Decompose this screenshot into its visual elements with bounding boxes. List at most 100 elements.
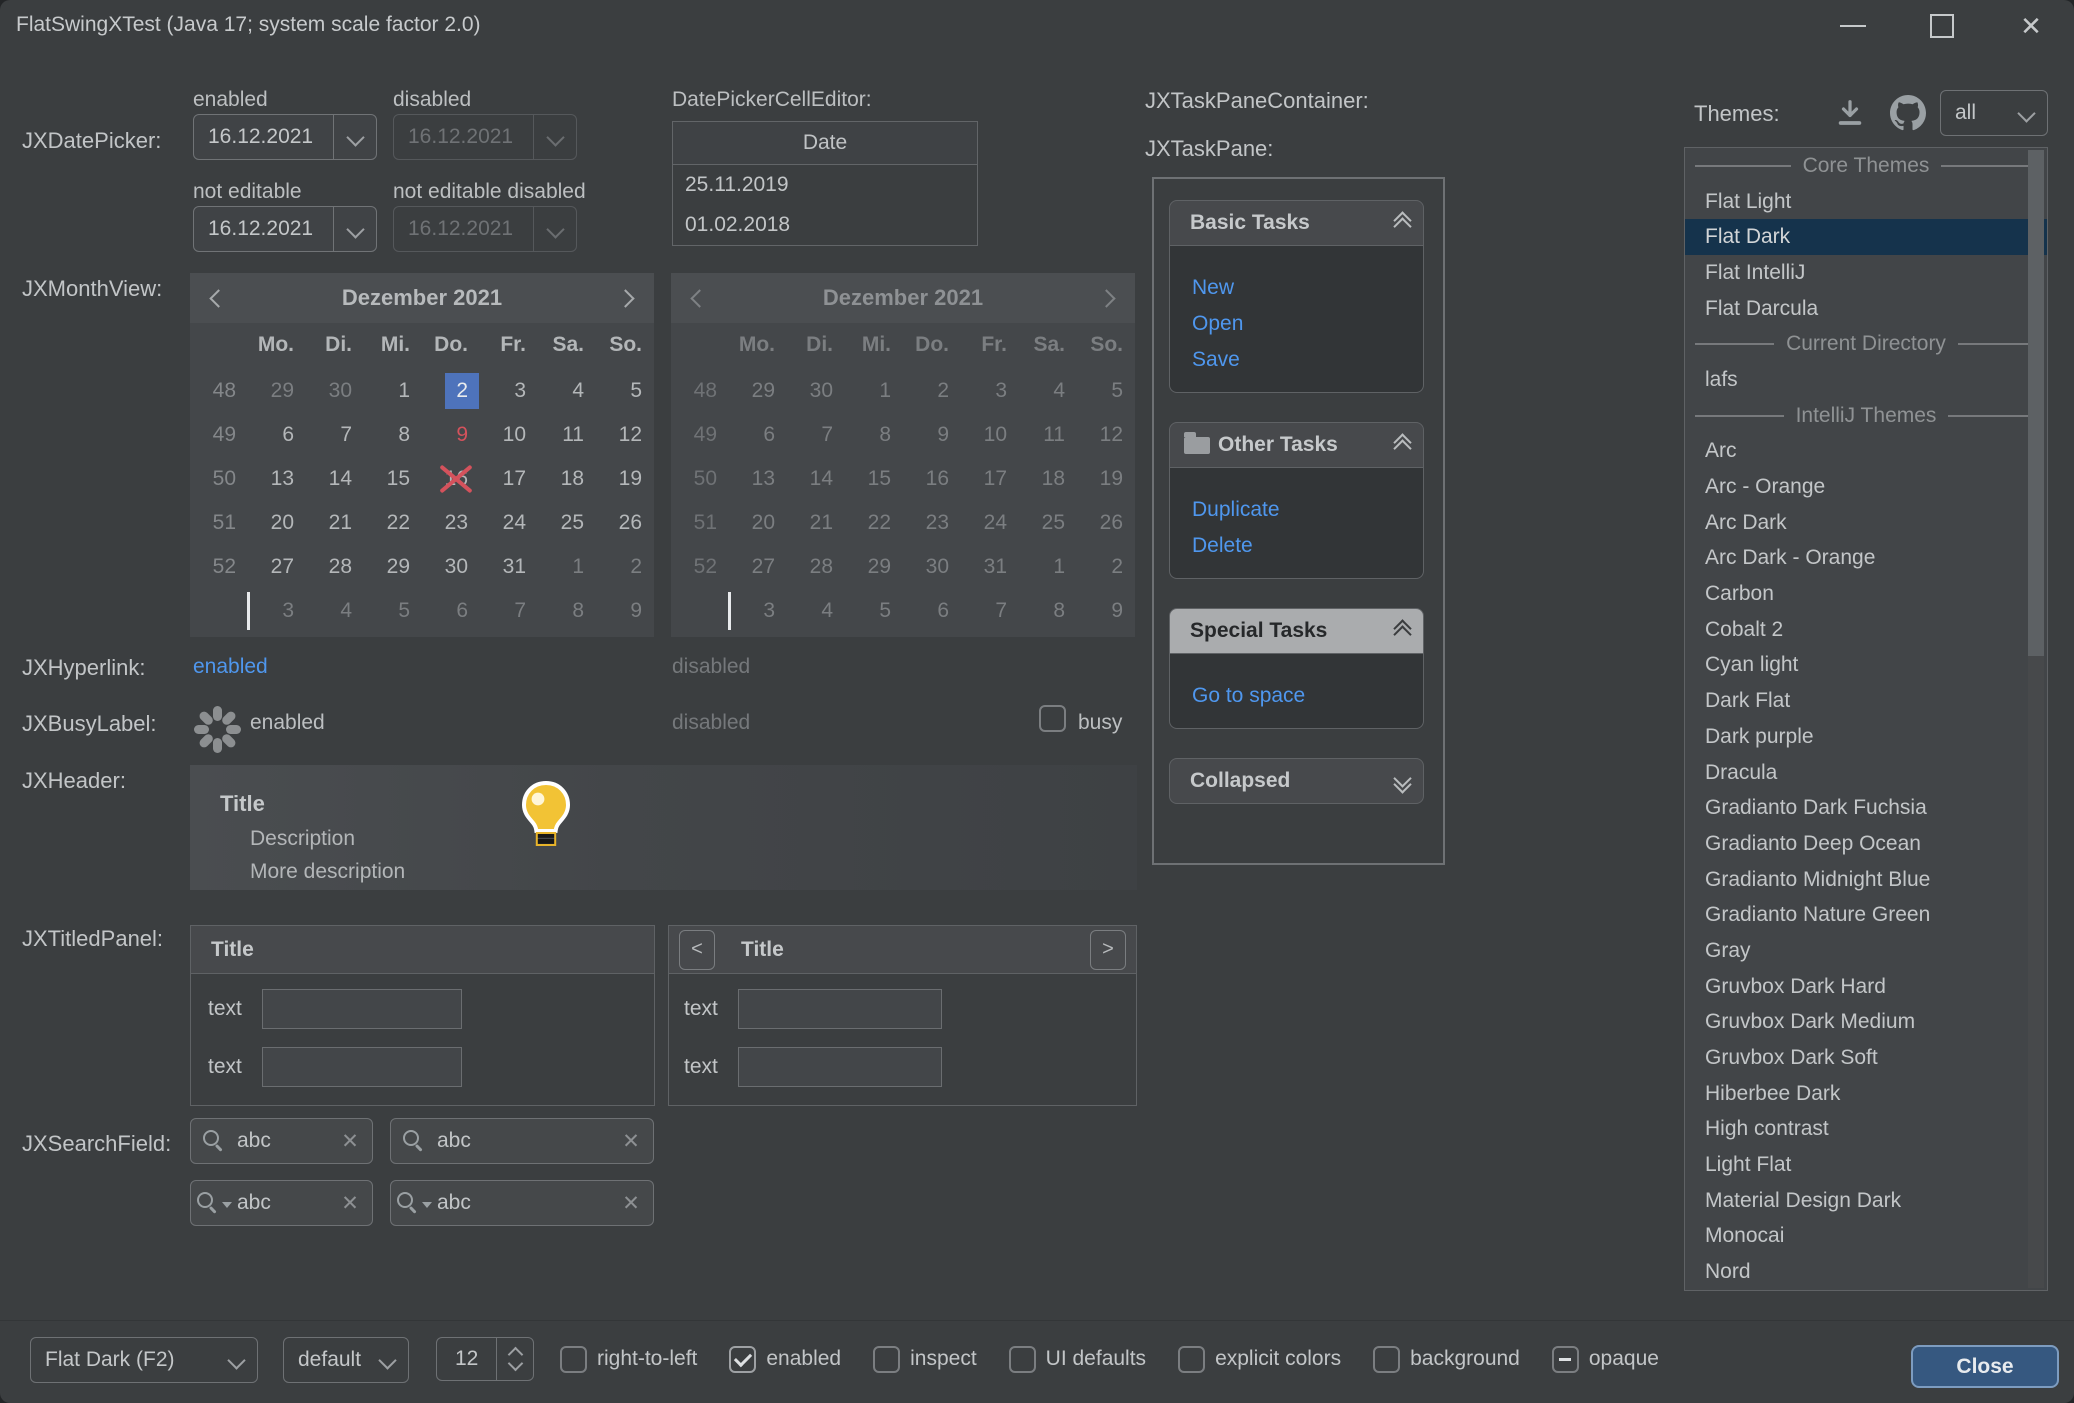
calendar-day[interactable]: 4 [536, 369, 594, 413]
calendar-day[interactable]: 1 [536, 545, 594, 589]
theme-list-item[interactable]: Flat Dark [1685, 219, 2047, 255]
theme-list-item[interactable]: Hiberbee Dark [1685, 1076, 2047, 1112]
style-combo[interactable]: default [283, 1337, 409, 1383]
theme-list-item[interactable]: Gray [1685, 933, 2047, 969]
taskpane-action-delete[interactable]: Delete [1192, 528, 1423, 564]
busy-checkbox[interactable] [1039, 705, 1066, 732]
calendar-day[interactable]: 8 [362, 413, 420, 457]
clear-icon[interactable]: ✕ [609, 1191, 653, 1216]
theme-list-item[interactable]: Dark Flat [1685, 683, 2047, 719]
theme-list-item[interactable]: Arc Dark - Orange [1685, 541, 2047, 577]
datepicker-enabled[interactable]: 16.12.2021 [193, 114, 377, 160]
theme-list-item[interactable]: Arc - Orange [1685, 469, 2047, 505]
calendar-day[interactable]: 30 [420, 545, 478, 589]
spinner-buttons[interactable] [496, 1338, 533, 1380]
calendar-day[interactable]: 6 [246, 413, 304, 457]
calendar-day[interactable]: 7 [478, 589, 536, 633]
calendar-day[interactable]: 16 [420, 457, 478, 501]
search-field[interactable]: abc ✕ [390, 1118, 654, 1164]
theme-list-item[interactable]: High contrast [1685, 1112, 2047, 1148]
collapse-icon[interactable] [1396, 622, 1409, 641]
theme-list-item[interactable]: Arc [1685, 434, 2047, 470]
theme-list-item[interactable]: Gruvbox Dark Medium [1685, 1005, 2047, 1041]
theme-list-item[interactable]: Nord [1685, 1254, 2047, 1290]
chevron-down-icon[interactable] [333, 115, 376, 159]
checkbox-opaque[interactable] [1552, 1346, 1579, 1373]
table-column-header[interactable]: Date [673, 122, 977, 165]
calendar-day[interactable]: 15 [362, 457, 420, 501]
monthview-calendar-enabled[interactable]: Dezember 2021Mo.Di.Mi.Do.Fr.Sa.So.482930… [190, 273, 654, 637]
calendar-day[interactable]: 25 [536, 501, 594, 545]
theme-list-item[interactable]: Light Flat [1685, 1147, 2047, 1183]
calendar-day[interactable]: 26 [594, 501, 652, 545]
search-menu-icon[interactable] [391, 1192, 437, 1214]
theme-list-item[interactable]: Gruvbox Dark Hard [1685, 969, 2047, 1005]
calendar-day[interactable]: 29 [246, 369, 304, 413]
calendar-day[interactable]: 30 [304, 369, 362, 413]
maximize-button[interactable] [1911, 0, 1973, 52]
font-size-value[interactable]: 12 [437, 1338, 496, 1380]
themes-filter-combo[interactable]: all [1940, 90, 2048, 136]
theme-list-item[interactable]: Flat Light [1685, 184, 2047, 220]
calendar-day[interactable]: 5 [594, 369, 652, 413]
text-input[interactable] [262, 1047, 462, 1087]
taskpane-header[interactable]: Basic Tasks [1169, 200, 1424, 246]
theme-list-item[interactable]: Dark purple [1685, 719, 2047, 755]
close-button[interactable]: Close [1911, 1345, 2059, 1388]
checkbox-right-to-left[interactable] [560, 1346, 587, 1373]
chevron-right-icon[interactable] [616, 289, 634, 307]
clear-icon[interactable]: ✕ [609, 1129, 653, 1154]
calendar-day[interactable]: 21 [304, 501, 362, 545]
search-input[interactable]: abc [237, 1129, 328, 1153]
titledpanel-next-button[interactable]: > [1090, 930, 1126, 970]
minimize-button[interactable] [1822, 0, 1884, 52]
calendar-day[interactable]: 13 [246, 457, 304, 501]
calendar-day[interactable]: 22 [362, 501, 420, 545]
taskpane-header[interactable]: Collapsed [1169, 758, 1424, 804]
calendar-day[interactable]: 24 [478, 501, 536, 545]
theme-list-item[interactable]: Gradianto Midnight Blue [1685, 862, 2047, 898]
themes-list[interactable]: Core ThemesFlat LightFlat DarkFlat Intel… [1684, 147, 2048, 1291]
calendar-day[interactable]: 8 [536, 589, 594, 633]
calendar-day[interactable]: 5 [362, 589, 420, 633]
calendar-day[interactable]: 28 [304, 545, 362, 589]
calendar-day[interactable]: 29 [362, 545, 420, 589]
datepicker-not-editable[interactable]: 16.12.2021 [193, 206, 377, 252]
search-menu-icon[interactable] [191, 1192, 237, 1214]
text-input[interactable] [738, 1047, 942, 1087]
datepicker-value[interactable]: 16.12.2021 [194, 125, 333, 149]
calendar-day[interactable]: 14 [304, 457, 362, 501]
scrollbar-track[interactable] [2028, 150, 2044, 1288]
taskpane-header[interactable]: Special Tasks [1169, 608, 1424, 654]
search-field[interactable]: abc ✕ [190, 1118, 373, 1164]
table-row[interactable]: 25.11.2019 [673, 165, 977, 205]
text-input[interactable] [262, 989, 462, 1029]
clear-icon[interactable]: ✕ [328, 1129, 372, 1154]
search-input[interactable]: abc [237, 1191, 328, 1215]
github-button[interactable] [1886, 91, 1930, 135]
taskpane-action-go-to-space[interactable]: Go to space [1192, 678, 1423, 714]
theme-list-item[interactable]: Arc Dark [1685, 505, 2047, 541]
clear-icon[interactable]: ✕ [328, 1191, 372, 1216]
calendar-day[interactable]: 2 [420, 369, 478, 413]
calendar-day[interactable]: 3 [246, 589, 304, 633]
calendar-day[interactable]: 19 [594, 457, 652, 501]
theme-list-item[interactable]: Gradianto Deep Ocean [1685, 826, 2047, 862]
scrollbar-thumb[interactable] [2028, 150, 2044, 656]
titledpanel-prev-button[interactable]: < [679, 930, 715, 970]
theme-list-item[interactable]: Cyan light [1685, 648, 2047, 684]
laf-combo[interactable]: Flat Dark (F2) [30, 1337, 258, 1383]
calendar-day[interactable]: 27 [246, 545, 304, 589]
checkbox-inspect[interactable] [873, 1346, 900, 1373]
theme-list-item[interactable]: Flat Darcula [1685, 291, 2047, 327]
title-bar[interactable]: FlatSwingXTest (Java 17; system scale fa… [0, 0, 2074, 52]
calendar-day[interactable]: 1 [362, 369, 420, 413]
calendar-day[interactable]: 20 [246, 501, 304, 545]
calendar-day[interactable]: 9 [420, 413, 478, 457]
theme-list-item[interactable]: Material Design Dark [1685, 1183, 2047, 1219]
expand-icon[interactable] [1396, 772, 1409, 791]
collapse-icon[interactable] [1396, 214, 1409, 233]
taskpane-action-duplicate[interactable]: Duplicate [1192, 492, 1423, 528]
checkbox-enabled[interactable] [729, 1346, 756, 1373]
spinner-down-icon[interactable] [507, 1356, 523, 1372]
